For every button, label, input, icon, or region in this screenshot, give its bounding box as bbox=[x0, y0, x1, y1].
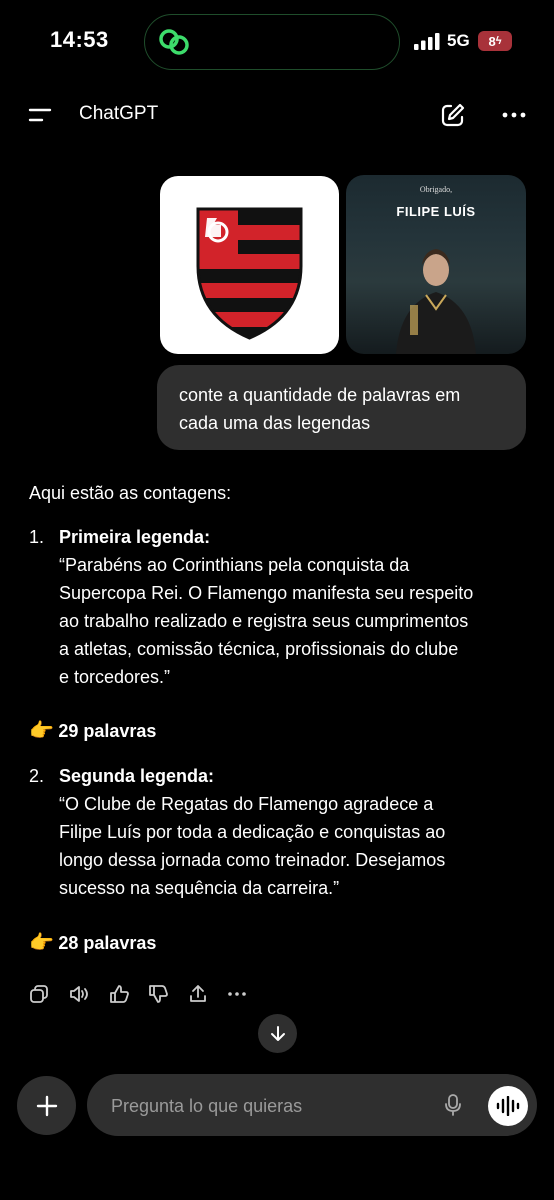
caption-line: ao trabalho realizado e registra seus cu… bbox=[59, 611, 469, 631]
plus-icon bbox=[36, 1095, 57, 1116]
read-aloud-icon[interactable] bbox=[68, 983, 90, 1005]
thumbs-down-icon[interactable] bbox=[147, 983, 169, 1005]
more-actions-icon[interactable] bbox=[226, 983, 248, 1005]
thumbs-up-icon[interactable] bbox=[108, 983, 130, 1005]
audio-waveform-icon bbox=[496, 1096, 520, 1116]
word-count-1: 👉 29 palavras bbox=[29, 718, 156, 743]
add-attachment-button[interactable] bbox=[17, 1076, 76, 1135]
cellular-signal-icon bbox=[414, 33, 440, 50]
new-chat-icon[interactable] bbox=[440, 102, 466, 128]
caption-line: “Parabéns ao Corinthians pela conquista … bbox=[59, 555, 410, 575]
status-time: 14:53 bbox=[50, 27, 109, 52]
caption-line: a atletas, comissão técnica, profissiona… bbox=[59, 639, 459, 659]
share-icon[interactable] bbox=[187, 983, 209, 1005]
word-count-2: 👉 28 palavras bbox=[29, 930, 156, 955]
caption-heading: Primeira legenda: bbox=[59, 527, 211, 547]
list-number: 1. bbox=[29, 527, 45, 547]
arrow-down-icon bbox=[270, 1025, 285, 1041]
caption-line: e torcedores.” bbox=[59, 667, 171, 687]
list-item-1: Primeira legenda: “Parabéns ao Corinthia… bbox=[59, 523, 473, 691]
voice-mode-button[interactable] bbox=[488, 1086, 528, 1126]
word-count-text: 28 palavras bbox=[58, 933, 157, 953]
link-activity-icon bbox=[159, 29, 189, 55]
assistant-intro: Aqui estão as contagens: bbox=[29, 483, 232, 503]
caption-line: Filipe Luís por toda a dedicação e conqu… bbox=[59, 822, 446, 842]
list-item-2: Segunda legenda: “O Clube de Regatas do … bbox=[59, 762, 445, 902]
user-message-bubble: conte a quantidade de palavras em cada u… bbox=[157, 365, 526, 450]
charging-icon: ϟ bbox=[495, 35, 502, 47]
pointing-hand-icon: 👉 bbox=[29, 720, 54, 742]
copy-icon[interactable] bbox=[28, 983, 50, 1005]
word-count-text: 29 palavras bbox=[58, 721, 157, 741]
caption-line: “O Clube de Regatas do Flamengo agradece… bbox=[59, 794, 434, 814]
scroll-to-bottom-button[interactable] bbox=[258, 1014, 297, 1053]
message-actions bbox=[28, 983, 258, 1005]
microphone-icon[interactable] bbox=[442, 1093, 464, 1117]
message-input[interactable] bbox=[109, 1088, 433, 1124]
caption-line: Supercopa Rei. O Flamengo manifesta seu … bbox=[59, 583, 474, 603]
filipe-luis-photo[interactable]: Obrigado, FILIPE LUÍS bbox=[346, 175, 526, 354]
caption-line: sucesso na sequência da carreira.” bbox=[59, 878, 340, 898]
network-type: 5G bbox=[447, 31, 470, 50]
more-options-icon[interactable] bbox=[502, 111, 526, 119]
message-composer bbox=[87, 1074, 537, 1136]
flamengo-crest-image[interactable] bbox=[160, 176, 339, 354]
menu-icon[interactable] bbox=[28, 106, 52, 124]
caption-heading: Segunda legenda: bbox=[59, 766, 215, 786]
pointing-hand-icon: 👉 bbox=[29, 932, 54, 954]
dynamic-island bbox=[144, 14, 400, 70]
list-number: 2. bbox=[29, 766, 45, 786]
battery-level: 8 bbox=[488, 33, 496, 49]
flamengo-crest-icon bbox=[196, 207, 303, 340]
app-title: ChatGPT bbox=[79, 103, 159, 124]
person-silhouette-icon bbox=[396, 249, 476, 354]
battery-indicator: 8ϟ bbox=[478, 31, 512, 51]
caption-line: longo dessa jornada como treinador. Dese… bbox=[59, 850, 446, 870]
